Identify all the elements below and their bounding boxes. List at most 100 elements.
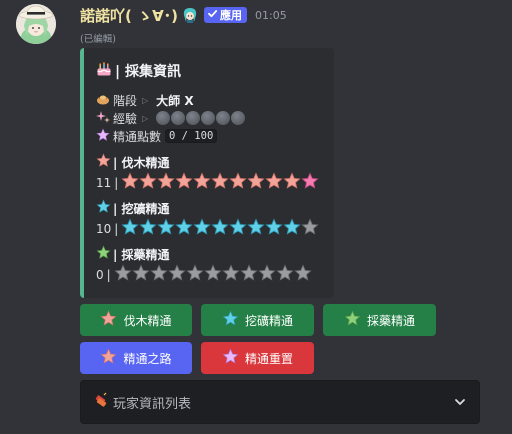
empty-star-icon (150, 264, 168, 285)
section-title-text: | 挖礦精通 (113, 201, 170, 216)
pink-star-icon (96, 153, 111, 171)
cyan-star-icon (157, 218, 175, 239)
pink-star-icon (139, 172, 157, 193)
empty-star-icon (258, 264, 276, 285)
exp-orb-icon (171, 111, 186, 125)
mastery-points-label: 精通點數 (113, 129, 162, 144)
green-star-icon (344, 310, 361, 330)
cyan-star-icon (139, 218, 157, 239)
exp-orb-icon (186, 111, 201, 125)
star-row-woodcutting: 11 | (96, 172, 319, 193)
username[interactable]: 諾諾吖( ゝ∀･) (80, 5, 178, 26)
checkmark-icon (207, 8, 218, 22)
star-row-herbalism: 0 | (96, 264, 312, 285)
triangle-right-icon: ▷ (142, 113, 149, 123)
pink-star-icon (211, 172, 229, 193)
cyan-star-icon (121, 218, 139, 239)
cyan-star-icon (193, 218, 211, 239)
star-rating (121, 172, 319, 193)
stage-label: 階段 (113, 93, 138, 108)
star-rating (114, 264, 312, 285)
cyan-star-icon (175, 218, 193, 239)
stage-row: 階段 ▷ 大師 X (96, 91, 194, 109)
empty-star-icon (301, 218, 319, 239)
pink-star-icon (157, 172, 175, 193)
mining-mastery-button[interactable]: 挖礦精通 (201, 304, 314, 336)
button-label: 精通之路 (123, 351, 172, 366)
level-value: 10 (96, 221, 112, 236)
empty-star-icon (294, 264, 312, 285)
exp-orb-icon (216, 111, 231, 125)
sparkles-icon (96, 110, 110, 127)
cyan-star-icon (222, 310, 239, 330)
pink-star-icon (265, 172, 283, 193)
sparkle-star-icon (222, 348, 239, 368)
level-value: 11 (96, 175, 112, 190)
pink-star-icon (100, 310, 117, 330)
exp-orb-icon (201, 111, 216, 125)
pink-star-icon (121, 172, 139, 193)
button-label: 伐木精通 (123, 313, 172, 328)
section-title-mining: | 挖礦精通 (96, 199, 170, 217)
cake-icon (96, 61, 112, 81)
woodcutting-mastery-button[interactable]: 伐木精通 (80, 304, 192, 336)
exp-row: 經驗 ▷ (96, 109, 246, 127)
cyan-star-icon (283, 218, 301, 239)
button-label: 挖礦精通 (244, 313, 293, 328)
pink-star-icon (175, 172, 193, 193)
button-label: 採藥精通 (366, 313, 415, 328)
app-badge-label: 應用 (220, 9, 243, 22)
pink-star-icon (100, 348, 117, 368)
green-star-icon (96, 245, 111, 263)
chibi-character-icon (181, 6, 199, 24)
mastery-path-button[interactable]: 精通之路 (80, 342, 192, 374)
level-value: 0 (96, 267, 104, 282)
empty-star-icon (114, 264, 132, 285)
empty-star-icon (204, 264, 222, 285)
message-header: 諾諾吖( ゝ∀･) 應用 01:05 (80, 4, 287, 26)
chevron-down-icon (453, 395, 467, 409)
exp-progress (156, 111, 246, 125)
embed-title: | 採集資訊 (96, 61, 181, 81)
triangle-right-icon: ▷ (142, 95, 149, 105)
cyan-star-icon (265, 218, 283, 239)
cyan-star-icon (211, 218, 229, 239)
embed-card: | 採集資訊 階段 ▷ 大師 X 經驗 ▷ 精通點數 0 / 100 | 伐木精… (80, 48, 334, 298)
stage-value: 大師 X (156, 93, 194, 108)
embed-title-text: | 採集資訊 (115, 64, 181, 80)
empty-star-icon (186, 264, 204, 285)
cyan-star-icon (96, 199, 111, 217)
empty-star-icon (222, 264, 240, 285)
cyan-star-icon (229, 218, 247, 239)
pink-star-icon (283, 172, 301, 193)
pink-star-icon (247, 172, 265, 193)
pink-star-icon (193, 172, 211, 193)
empty-star-icon (132, 264, 150, 285)
avatar[interactable] (16, 4, 56, 44)
empty-star-icon (168, 264, 186, 285)
section-title-herbalism: | 採藥精通 (96, 245, 170, 263)
herbalism-mastery-button[interactable]: 採藥精通 (323, 304, 436, 336)
empty-star-icon (276, 264, 294, 285)
firecracker-icon (93, 392, 109, 412)
timestamp[interactable]: 01:05 (255, 9, 287, 22)
pink-star-icon (229, 172, 247, 193)
star-row-mining: 10 | (96, 218, 319, 239)
section-title-text: | 伐木精通 (113, 155, 170, 170)
app-badge: 應用 (204, 7, 248, 23)
exp-label: 經驗 (113, 111, 138, 126)
button-label: 精通重置 (244, 351, 293, 366)
mastery-points-value: 0 / 100 (165, 129, 218, 143)
section-title-woodcutting: | 伐木精通 (96, 153, 170, 171)
mastery-points-row: 精通點數 0 / 100 (96, 127, 218, 145)
exp-orb-icon (156, 111, 171, 125)
magenta-star-icon (301, 172, 319, 193)
empty-star-icon (240, 264, 258, 285)
mastery-reset-button[interactable]: 精通重置 (201, 342, 314, 374)
bread-icon (96, 92, 110, 109)
sparkle-star-icon (96, 127, 110, 145)
section-title-text: | 採藥精通 (113, 247, 170, 262)
player-info-select[interactable]: 玩家資訊列表 (80, 380, 480, 424)
cyan-star-icon (247, 218, 265, 239)
exp-orb-icon (231, 111, 246, 125)
